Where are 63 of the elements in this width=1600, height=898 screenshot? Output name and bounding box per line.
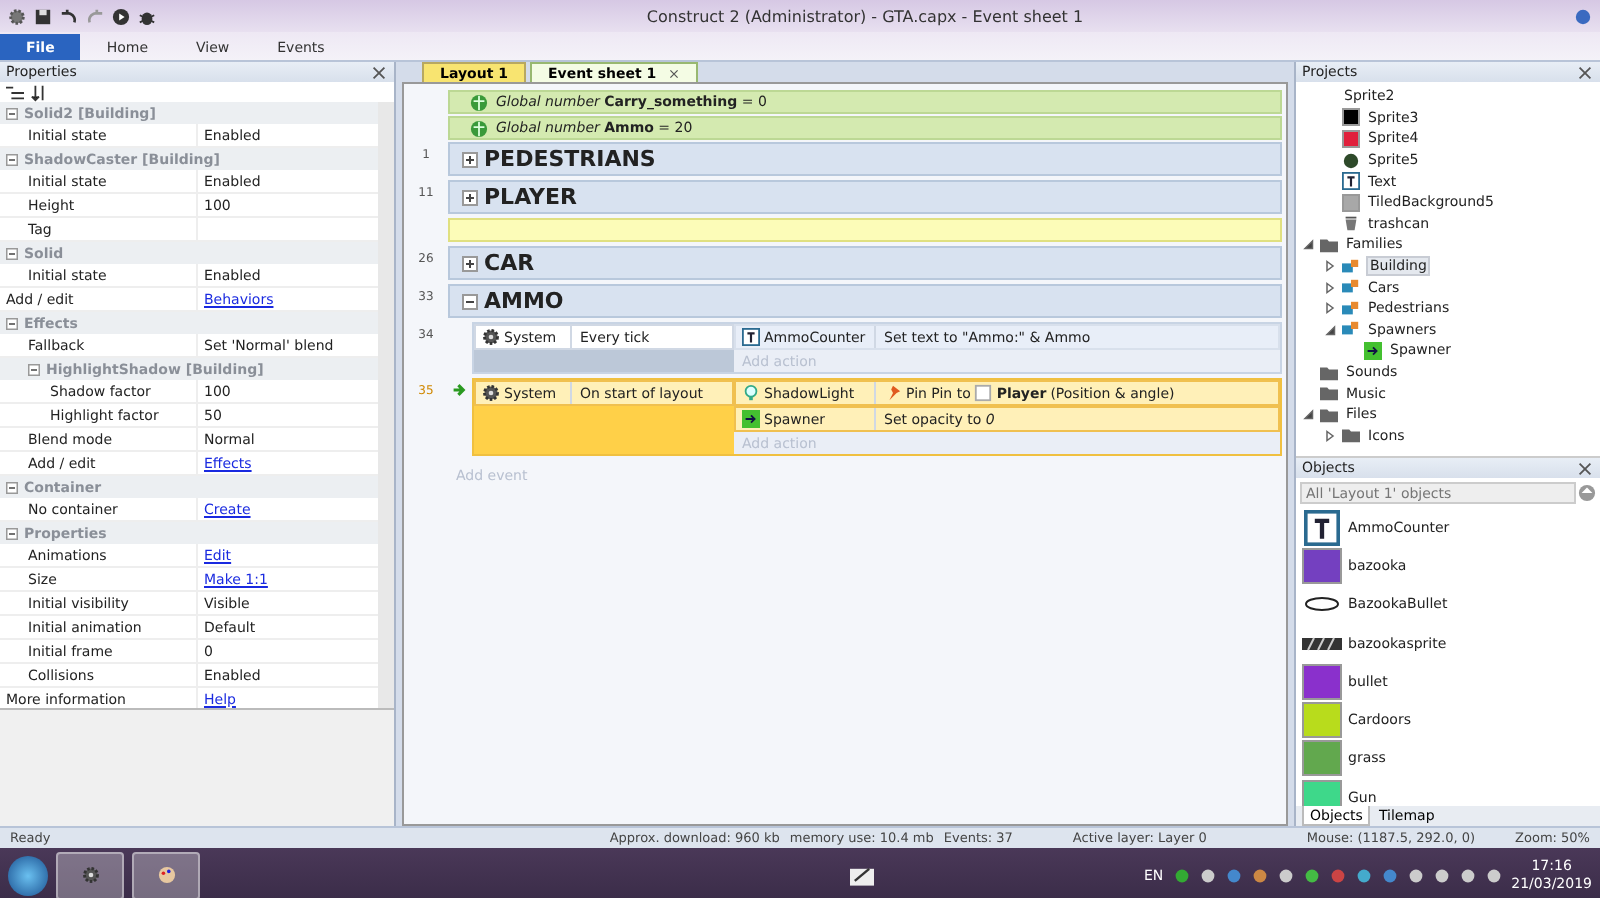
trashcan-icon (1342, 214, 1360, 233)
taskbar-button[interactable] (132, 851, 200, 898)
categorized-icon[interactable] (6, 83, 24, 101)
gear-icon[interactable] (8, 7, 26, 25)
expander-icon[interactable] (462, 293, 478, 309)
pen-tablet-icon[interactable] (848, 863, 876, 887)
text-object-icon (1302, 509, 1342, 546)
collapse-icon[interactable] (28, 363, 40, 375)
expander-icon[interactable] (1324, 281, 1336, 294)
window-title: Construct 2 (Administrator) - GTA.capx - Event sheet 1 (644, 7, 1086, 25)
gear-icon (482, 328, 500, 346)
text-object-icon (1342, 172, 1360, 191)
palette-icon (157, 866, 175, 884)
play-icon[interactable] (112, 7, 130, 25)
expander-icon[interactable] (1324, 260, 1336, 273)
family-icon (1342, 320, 1360, 339)
bulb-icon (742, 384, 760, 402)
arrow-icon (742, 410, 760, 428)
collapse-icon[interactable] (6, 481, 18, 493)
text-object-icon (742, 328, 760, 346)
pin-icon (884, 384, 902, 402)
group-title: PLAYER (484, 184, 577, 210)
group-title: AMMO (484, 288, 564, 314)
close-icon[interactable] (370, 63, 388, 81)
close-icon[interactable] (1576, 63, 1594, 81)
collapse-icon[interactable] (6, 247, 18, 259)
event-group-header[interactable]: PEDESTRIANS (448, 142, 1282, 176)
expander-icon[interactable] (1324, 323, 1336, 336)
group-title: PEDESTRIANS (484, 146, 656, 172)
event-group-header[interactable]: PLAYER (448, 180, 1282, 214)
group-title: CAR (484, 250, 535, 276)
family-icon (1342, 299, 1360, 318)
expander-icon[interactable] (462, 255, 478, 271)
gear-icon (81, 866, 99, 884)
gear-icon (482, 384, 500, 402)
close-icon[interactable] (1576, 459, 1594, 477)
object-param-icon (974, 384, 993, 402)
globe-icon (470, 93, 488, 111)
taskbar-button[interactable] (56, 851, 124, 898)
event-group-header[interactable]: AMMO (448, 284, 1282, 318)
sort-icon[interactable] (30, 83, 48, 101)
collapse-icon[interactable] (6, 107, 18, 119)
globe-icon (470, 119, 488, 137)
family-icon (1342, 257, 1360, 276)
save-icon[interactable] (34, 7, 52, 25)
expander-icon[interactable] (1324, 302, 1336, 315)
folder-icon (1320, 235, 1338, 254)
up-icon[interactable] (1578, 484, 1596, 502)
expander-icon[interactable] (1302, 408, 1314, 421)
expander-icon[interactable] (1302, 238, 1314, 251)
collapse-icon[interactable] (6, 153, 18, 165)
expander-icon[interactable] (462, 151, 478, 167)
expander-icon[interactable] (462, 189, 478, 205)
family-icon (1342, 278, 1360, 297)
expander-icon[interactable] (1324, 429, 1336, 442)
collapse-icon[interactable] (6, 317, 18, 329)
close-icon[interactable] (668, 67, 681, 79)
arrow-icon (1364, 341, 1382, 360)
collapse-icon[interactable] (6, 527, 18, 539)
undo-icon[interactable] (60, 7, 78, 25)
bug-icon[interactable] (138, 7, 156, 25)
start-button[interactable] (8, 855, 48, 895)
event-group-header[interactable]: CAR (448, 246, 1282, 280)
